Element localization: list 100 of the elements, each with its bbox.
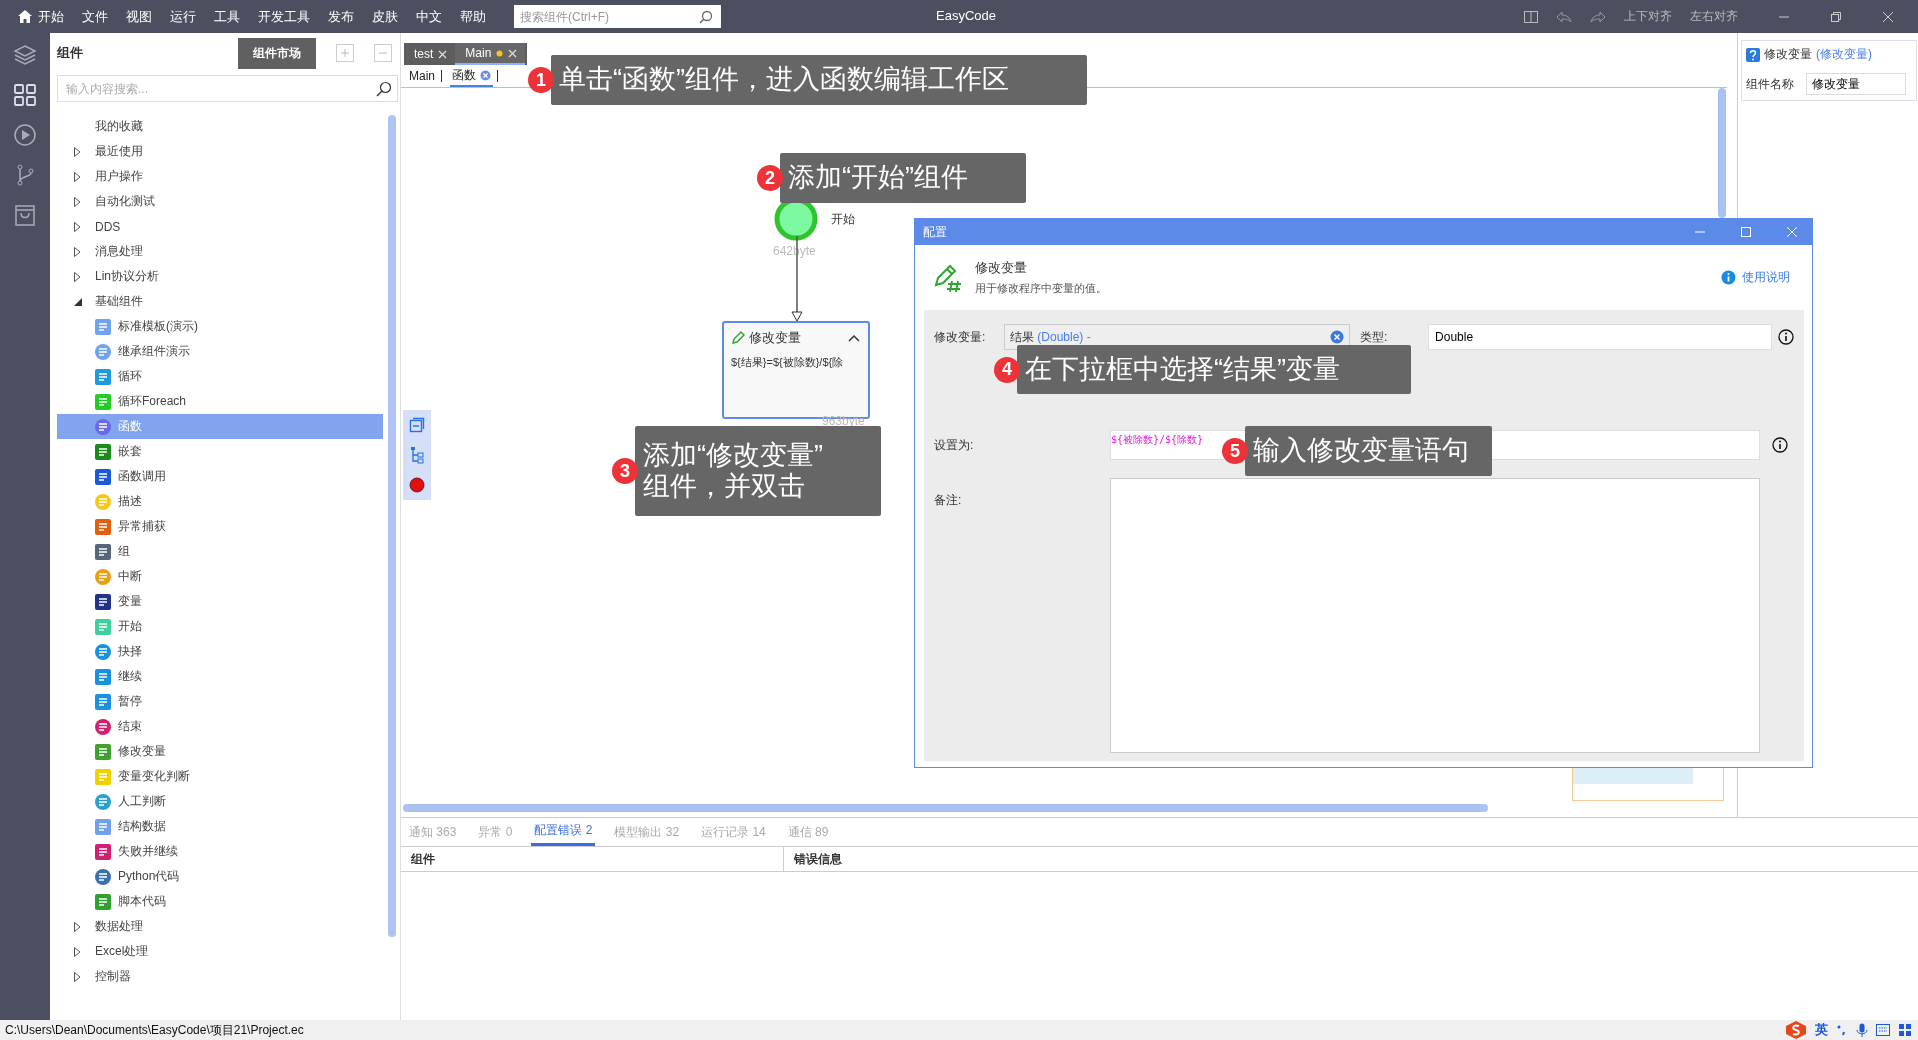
search-field[interactable]: 输入内容搜索... <box>57 75 398 102</box>
window-title: EasyCode <box>936 8 996 23</box>
clear-icon[interactable] <box>1330 330 1345 344</box>
menu-item[interactable]: 运行 <box>170 7 196 26</box>
input-mode[interactable]: 英 <box>1815 1021 1828 1039</box>
tree-item-row[interactable]: 变量变化判断 <box>57 764 383 789</box>
menu-item[interactable]: 中文 <box>416 7 442 26</box>
close-icon[interactable] <box>480 69 491 81</box>
editor-tab[interactable]: test <box>404 43 456 65</box>
collapsed-arrow-icon[interactable] <box>74 921 82 932</box>
menu-item[interactable]: 皮肤 <box>372 7 398 26</box>
tree-item[interactable]: 数据处理 <box>95 918 143 935</box>
name-field[interactable]: 修改变量 <box>1806 73 1906 95</box>
tree-item[interactable]: Lin协议分析 <box>95 268 159 285</box>
tree-item-row[interactable]: 继承组件演示 <box>57 339 383 364</box>
tree-item-row[interactable]: 组 <box>57 539 383 564</box>
keyboard-icon[interactable] <box>1876 1024 1890 1036</box>
restore-icon[interactable] <box>1830 10 1842 23</box>
tree-item-row[interactable]: 结束 <box>57 714 383 739</box>
scrollbar[interactable] <box>388 115 396 937</box>
undo-icon[interactable] <box>1556 10 1572 23</box>
breadcrumb-tab[interactable]: Main <box>407 68 437 84</box>
tree-item-row[interactable]: 脚本代码 <box>57 889 383 914</box>
collapsed-arrow-icon[interactable] <box>74 171 82 182</box>
tree-item-row[interactable]: 函数调用 <box>57 464 383 489</box>
scrollbar[interactable] <box>403 804 1488 812</box>
tree-item-label: 暂停 <box>118 693 142 710</box>
tree-item-row[interactable]: 标准模板(演示) <box>57 314 383 339</box>
tree-item-row[interactable]: 循环Foreach <box>57 389 383 414</box>
collapsed-arrow-icon[interactable] <box>74 196 82 207</box>
tree-item[interactable]: 基础组件 <box>95 293 143 310</box>
tree-item[interactable]: 用户操作 <box>95 168 143 185</box>
tree-item[interactable]: 控制器 <box>95 968 131 985</box>
tree-item[interactable]: Excel处理 <box>95 943 149 960</box>
menu-item[interactable]: 工具 <box>214 7 240 26</box>
tree-item-row[interactable]: 修改变量 <box>57 739 383 764</box>
type-field[interactable]: Double <box>1428 324 1773 350</box>
info-icon[interactable] <box>1778 329 1794 345</box>
collapsed-arrow-icon[interactable] <box>74 246 82 257</box>
editor-tab[interactable]: Main <box>455 43 526 65</box>
collapsed-arrow-icon[interactable] <box>74 271 82 282</box>
component-market-button[interactable]: 组件市场 <box>238 37 316 69</box>
tree-item[interactable]: DDS <box>95 219 121 234</box>
microphone-icon[interactable] <box>1856 1023 1868 1037</box>
tree-item-row[interactable]: 继续 <box>57 664 383 689</box>
component-icon <box>94 717 112 736</box>
menu-item[interactable]: 文件 <box>82 7 108 26</box>
punctuation-icon[interactable] <box>1836 1024 1848 1036</box>
home-icon <box>18 10 32 23</box>
tree-item[interactable]: 消息处理 <box>95 243 143 260</box>
tree-item-row[interactable]: 嵌套 <box>57 439 383 464</box>
align-button[interactable]: 左右对齐 <box>1690 8 1738 25</box>
search-field[interactable]: 搜索组件(Ctrl+F) <box>514 5 721 28</box>
tree-item[interactable]: 自动化测试 <box>95 193 155 210</box>
tree-item-row[interactable]: 暂停 <box>57 689 383 714</box>
align-button[interactable]: 上下对齐 <box>1624 8 1672 25</box>
menu-item[interactable]: 开发工具 <box>258 7 310 26</box>
play-icon[interactable] <box>13 123 37 147</box>
toolbox-icon[interactable] <box>1898 1023 1912 1037</box>
collapsed-arrow-icon[interactable] <box>74 221 82 232</box>
tree-item-row[interactable]: 人工判断 <box>57 789 383 814</box>
redo-icon[interactable] <box>1590 10 1606 23</box>
collapsed-arrow-icon[interactable] <box>74 946 82 957</box>
tree-icon[interactable] <box>409 446 425 464</box>
expanded-arrow-icon[interactable] <box>74 297 82 306</box>
close-icon[interactable] <box>1882 10 1894 23</box>
tree-item[interactable]: 最近使用 <box>95 143 143 160</box>
menu-item[interactable]: 发布 <box>328 7 354 26</box>
tree-item-row[interactable]: 开始 <box>57 614 383 639</box>
split-view-icon[interactable] <box>1524 10 1538 23</box>
collapsed-arrow-icon[interactable] <box>74 146 82 157</box>
collapsed-arrow-icon[interactable] <box>74 971 82 982</box>
tree-item-row[interactable]: 失败并继续 <box>57 839 383 864</box>
tree-item-row[interactable]: 异常捕获 <box>57 514 383 539</box>
close-icon[interactable] <box>438 49 448 59</box>
tree-item-row[interactable]: 结构数据 <box>57 814 383 839</box>
tree-item-row[interactable]: 描述 <box>57 489 383 514</box>
tree-item-row[interactable]: 变量 <box>57 589 383 614</box>
scrollbar[interactable] <box>1718 88 1726 218</box>
home-menu-item[interactable]: 开始 <box>18 7 64 26</box>
tree-item-row[interactable]: 中断 <box>57 564 383 589</box>
menu-item[interactable]: 帮助 <box>460 7 486 26</box>
tree-item-row[interactable]: 循环 <box>57 364 383 389</box>
bag-icon[interactable] <box>13 203 37 227</box>
tree-item[interactable]: 我的收藏 <box>95 118 143 135</box>
grid-icon[interactable] <box>13 83 37 107</box>
tree-item-row[interactable]: Python代码 <box>57 864 383 889</box>
info-icon[interactable] <box>1772 437 1788 453</box>
maximize-icon[interactable] <box>1740 226 1752 238</box>
frame-icon[interactable] <box>409 416 425 433</box>
tree-item-row[interactable]: 抉择 <box>57 639 383 664</box>
help-link[interactable]: 使用说明 <box>1721 269 1790 286</box>
layers-icon[interactable] <box>13 43 37 67</box>
record-icon[interactable] <box>409 477 425 494</box>
close-icon[interactable] <box>508 48 518 58</box>
input-method-icon[interactable] <box>1785 1020 1807 1040</box>
menu-item[interactable]: 视图 <box>126 7 152 26</box>
note-field[interactable] <box>1110 478 1760 753</box>
output-tab[interactable]: 配置错误 2 <box>531 818 596 846</box>
breadcrumb-tab[interactable]: 函数 <box>450 65 493 87</box>
